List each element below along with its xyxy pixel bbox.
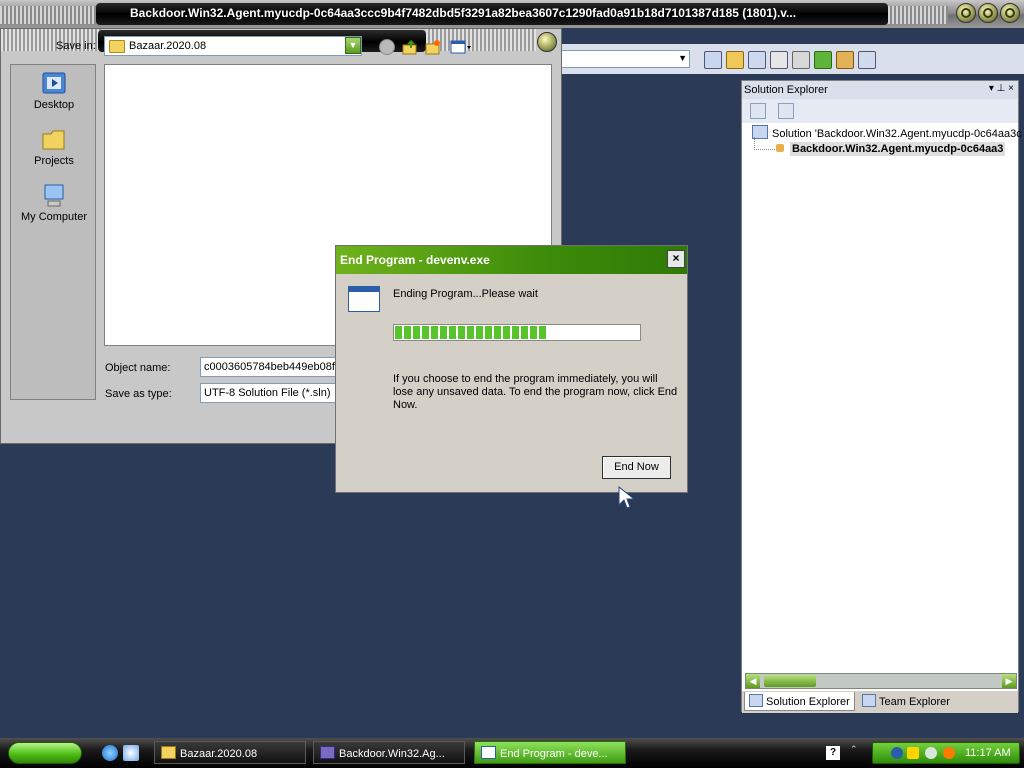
folder-icon: [161, 746, 176, 759]
start-button[interactable]: [8, 742, 82, 764]
place-projects[interactable]: Projects: [11, 127, 97, 167]
place-desktop[interactable]: Desktop: [11, 71, 97, 111]
help-icon[interactable]: ?: [826, 746, 840, 760]
start-page-icon[interactable]: [814, 51, 832, 69]
new-folder-icon[interactable]: [425, 39, 441, 55]
scroll-right-icon[interactable]: ▶: [1002, 674, 1016, 688]
task-label: Backdoor.Win32.Ag...: [339, 748, 445, 760]
end-now-button[interactable]: End Now: [602, 456, 671, 479]
views-menu-icon[interactable]: [450, 39, 472, 55]
place-label: Projects: [34, 155, 74, 167]
properties-icon[interactable]: [750, 103, 766, 119]
close-icon[interactable]: ×: [667, 250, 685, 268]
solution-explorer-toolbar: [742, 99, 1018, 123]
folder-icon: [40, 127, 68, 153]
show-all-files-icon[interactable]: [778, 103, 794, 119]
tools-icon[interactable]: [792, 51, 810, 69]
task-end-program[interactable]: End Program - deve...: [474, 741, 626, 764]
object-browser-icon[interactable]: [748, 51, 766, 69]
scrollbar-thumb[interactable]: [764, 675, 816, 687]
computer-icon: [40, 183, 68, 209]
save-in-combo[interactable]: Bazaar.2020.08: [104, 36, 362, 56]
end-program-dialog: End Program - devenv.exe × Ending Progra…: [335, 245, 688, 493]
title-grip-right: [426, 29, 536, 51]
command-window-icon[interactable]: [858, 51, 876, 69]
save-in-label: Save in:: [56, 40, 96, 52]
solution-explorer-header: Solution Explorer ▾ ⊥ ×: [742, 81, 1018, 99]
horizontal-scrollbar[interactable]: ◀ ▶: [745, 673, 1017, 689]
show-desktop-icon[interactable]: [123, 745, 139, 761]
window-icon: [348, 286, 380, 312]
taskbar: Bazaar.2020.08 Backdoor.Win32.Ag... End …: [0, 738, 1024, 768]
minimize-button[interactable]: [956, 3, 976, 23]
task-label: Bazaar.2020.08: [180, 748, 258, 760]
tab-team-explorer[interactable]: Team Explorer: [858, 692, 954, 711]
window-icon: [481, 746, 496, 759]
object-name-label: Object name:: [105, 362, 171, 374]
task-bazaar-folder[interactable]: Bazaar.2020.08: [154, 741, 306, 764]
end-program-title: End Program - devenv.exe: [340, 253, 490, 267]
progress-fill: [395, 326, 546, 339]
shield-icon[interactable]: [907, 747, 919, 759]
tree-item-label: Solution 'Backdoor.Win32.Agent.myucdp-0c…: [772, 128, 1022, 140]
scroll-left-icon[interactable]: ◀: [746, 674, 760, 688]
mouse-cursor-icon: [618, 485, 636, 513]
solution-explorer-icon: [749, 694, 763, 707]
tree-item-project[interactable]: Backdoor.Win32.Agent.myucdp-0c64aa3: [790, 142, 1006, 156]
up-folder-icon[interactable]: [402, 39, 418, 55]
title-grip: [0, 6, 96, 24]
internet-explorer-icon[interactable]: [102, 745, 118, 761]
find-icon[interactable]: [704, 51, 722, 69]
folder-icon: [109, 40, 125, 53]
tab-solution-explorer[interactable]: Solution Explorer: [744, 692, 855, 711]
task-label: End Program - deve...: [500, 748, 608, 760]
desktop-icon: [40, 71, 68, 97]
back-icon[interactable]: [379, 39, 395, 55]
panel-tabs: Solution Explorer Team Explorer: [742, 691, 1018, 713]
toolbox-icon[interactable]: [836, 51, 854, 69]
system-tray: 11:17 AM: [872, 742, 1020, 764]
clock[interactable]: 11:17 AM: [965, 747, 1011, 759]
object-name-input[interactable]: c0003605784beb449eb08f4: [200, 357, 340, 377]
place-my-computer[interactable]: My Computer: [11, 183, 97, 223]
project-icon: [776, 144, 784, 152]
places-bar: Desktop Projects My Computer: [10, 64, 96, 400]
tab-label: Solution Explorer: [766, 696, 850, 708]
tab-label: Team Explorer: [879, 696, 950, 708]
network-icon[interactable]: [891, 747, 903, 759]
save-as-type-select[interactable]: UTF-8 Solution File (*.sln): [200, 383, 340, 403]
class-view-icon[interactable]: [770, 51, 788, 69]
end-program-title-bar[interactable]: End Program - devenv.exe ×: [336, 246, 687, 274]
title-grip-right: [888, 6, 948, 24]
save-in-value: Bazaar.2020.08: [129, 40, 207, 52]
warning-message: If you choose to end the program immedia…: [393, 373, 678, 411]
chevron-down-icon: ▼: [678, 53, 687, 63]
vs-title-bar[interactable]: Backdoor.Win32.Agent.myucdp-0c64aa3ccc9b…: [0, 0, 1024, 28]
maximize-button[interactable]: [978, 3, 998, 23]
properties-icon[interactable]: [726, 51, 744, 69]
ending-message: Ending Program...Please wait: [393, 288, 538, 300]
team-explorer-icon: [862, 694, 876, 707]
save-dialog-close-button[interactable]: [537, 32, 557, 52]
tray-expand-icon[interactable]: ⌃: [850, 744, 858, 755]
chevron-down-icon[interactable]: ▼: [345, 37, 361, 54]
vs-window-title: Backdoor.Win32.Agent.myucdp-0c64aa3ccc9b…: [130, 6, 797, 20]
panel-title: Solution Explorer: [744, 84, 828, 96]
place-label: Desktop: [33, 99, 75, 111]
search-icon[interactable]: [943, 747, 955, 759]
volume-icon[interactable]: [925, 747, 937, 759]
progress-bar: [393, 324, 641, 341]
solution-explorer-panel: Solution Explorer ▾ ⊥ × Solution 'Backdo…: [741, 80, 1022, 713]
save-as-type-label: Save as type:: [105, 388, 172, 400]
tree-item-solution[interactable]: Solution 'Backdoor.Win32.Agent.myucdp-0c…: [752, 125, 1022, 140]
close-button[interactable]: [1000, 3, 1020, 23]
visual-studio-icon: [320, 746, 335, 759]
place-label: My Computer: [20, 211, 88, 223]
panel-window-buttons[interactable]: ▾ ⊥ ×: [989, 83, 1014, 94]
solution-config-combo[interactable]: ▼: [560, 50, 690, 68]
task-visual-studio[interactable]: Backdoor.Win32.Ag...: [313, 741, 465, 764]
